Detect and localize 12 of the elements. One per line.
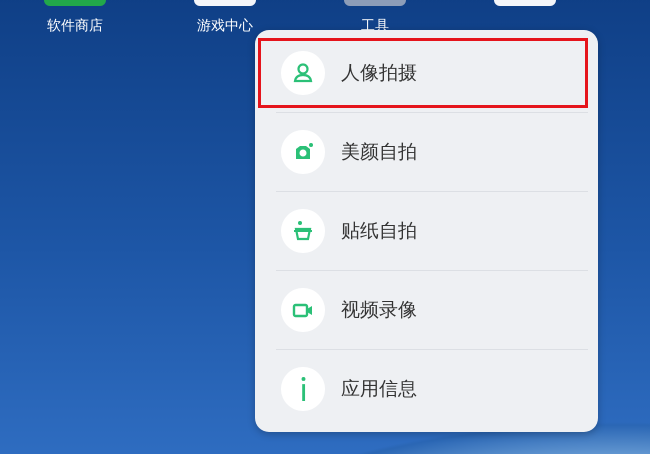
menu-item[interactable]: 应用信息 bbox=[258, 354, 588, 424]
person-icon bbox=[291, 61, 315, 85]
app-icon[interactable] bbox=[194, 0, 256, 6]
app-icon[interactable] bbox=[494, 0, 556, 6]
app-label: 软件商店 bbox=[47, 17, 103, 36]
sticker-icon bbox=[291, 219, 315, 243]
menu-item[interactable]: 视频录像 bbox=[258, 275, 588, 345]
menu-item[interactable]: 美颜自拍 bbox=[258, 117, 588, 187]
menu-item[interactable]: 贴纸自拍 bbox=[258, 196, 588, 266]
info-icon bbox=[300, 377, 306, 401]
menu-item[interactable]: 人像拍摄 bbox=[258, 38, 588, 108]
app-label: 游戏中心 bbox=[197, 17, 253, 36]
